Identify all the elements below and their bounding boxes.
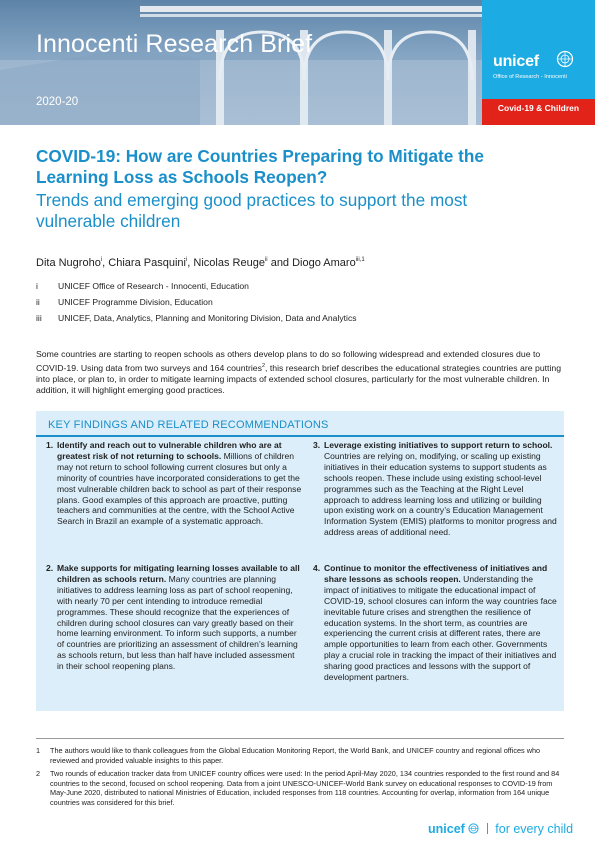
author-list: Dita Nugrohoi, Chiara Pasquinii, Nicolas…	[36, 257, 365, 269]
finding-text: Understanding the impact of initiatives …	[324, 573, 557, 683]
topic-tag: Covid-19 & Children	[482, 99, 595, 125]
finding-number: 2.	[46, 563, 54, 573]
affiliation-text: UNICEF Programme Division, Education	[58, 297, 213, 307]
footnote: 2 Two rounds of education tracker data f…	[36, 769, 564, 807]
author-affiliation-mark: iii,1	[355, 257, 365, 263]
affiliation-number: i	[36, 281, 38, 291]
finding-heading: Leverage existing initiatives to support…	[324, 440, 553, 450]
affiliation-list: i UNICEF Office of Research - Innocenti,…	[36, 281, 556, 329]
author-name: Nicolas Reuge	[193, 257, 265, 269]
affiliation-number: iii	[36, 313, 42, 323]
footer-unicef-wordmark: unicef	[428, 822, 465, 836]
footnote-divider	[36, 738, 564, 739]
report-series-title: Innocenti Research Brief	[36, 30, 313, 58]
unicef-logo-background	[482, 0, 595, 99]
finding-item: 4. Continue to monitor the effectiveness…	[313, 563, 557, 683]
affiliation-item: i UNICEF Office of Research - Innocenti,…	[36, 281, 556, 297]
unicef-office-name: Office of Research - Innocenti	[493, 74, 567, 80]
key-findings-box: KEY FINDINGS AND RELATED RECOMMENDATIONS…	[36, 411, 564, 711]
heading-divider	[36, 435, 564, 437]
brief-subtitle: Trends and emerging good practices to su…	[36, 190, 468, 231]
footnote: 1 The authors would like to thank collea…	[36, 746, 564, 765]
key-findings-heading: KEY FINDINGS AND RELATED RECOMMENDATIONS	[48, 419, 329, 431]
footnote-number: 2	[36, 769, 41, 778]
author-name: Chiara Pasquini	[108, 257, 186, 269]
finding-number: 1.	[46, 440, 54, 450]
header-banner: Innocenti Research Brief 2020-20 unicef …	[0, 0, 595, 125]
footer-divider	[486, 823, 488, 834]
intro-paragraph: Some countries are starting to reopen sc…	[36, 349, 562, 396]
affiliation-text: UNICEF Office of Research - Innocenti, E…	[58, 281, 249, 291]
finding-item: 2. Make supports for mitigating learning…	[46, 563, 302, 672]
brief-title: COVID-19: How are Countries Preparing to…	[36, 146, 484, 187]
footnote-number: 1	[36, 746, 41, 755]
unicef-wordmark: unicef	[493, 53, 539, 70]
author-name: Dita Nugroho	[36, 257, 101, 269]
finding-text: Millions of children may not return to s…	[57, 450, 302, 527]
affiliation-item: ii UNICEF Programme Division, Education	[36, 297, 556, 313]
affiliation-text: UNICEF, Data, Analytics, Planning and Mo…	[58, 313, 357, 323]
author-name: Diogo Amaro	[292, 257, 356, 269]
affiliation-item: iii UNICEF, Data, Analytics, Planning an…	[36, 313, 556, 329]
unicef-logo-block: unicef Office of Research - Innocenti Co…	[482, 0, 595, 125]
finding-number: 4.	[313, 563, 321, 573]
finding-text: Many countries are planning initiatives …	[57, 573, 298, 672]
finding-item: 3. Leverage existing initiatives to supp…	[313, 440, 557, 538]
footnote-text: The authors would like to thank colleagu…	[50, 746, 541, 765]
footnote-text: Two rounds of education tracker data fro…	[50, 769, 560, 807]
finding-number: 3.	[313, 440, 321, 450]
affiliation-number: ii	[36, 297, 40, 307]
footer-logo: unicef for every child	[428, 822, 573, 836]
unicef-globe-icon	[556, 50, 574, 68]
finding-text: Countries are relying on, modifying, or …	[324, 450, 557, 538]
footer-tagline: for every child	[495, 822, 574, 836]
finding-item: 1. Identify and reach out to vulnerable …	[46, 440, 302, 527]
report-number: 2020-20	[36, 96, 79, 108]
unicef-globe-icon	[468, 823, 479, 834]
